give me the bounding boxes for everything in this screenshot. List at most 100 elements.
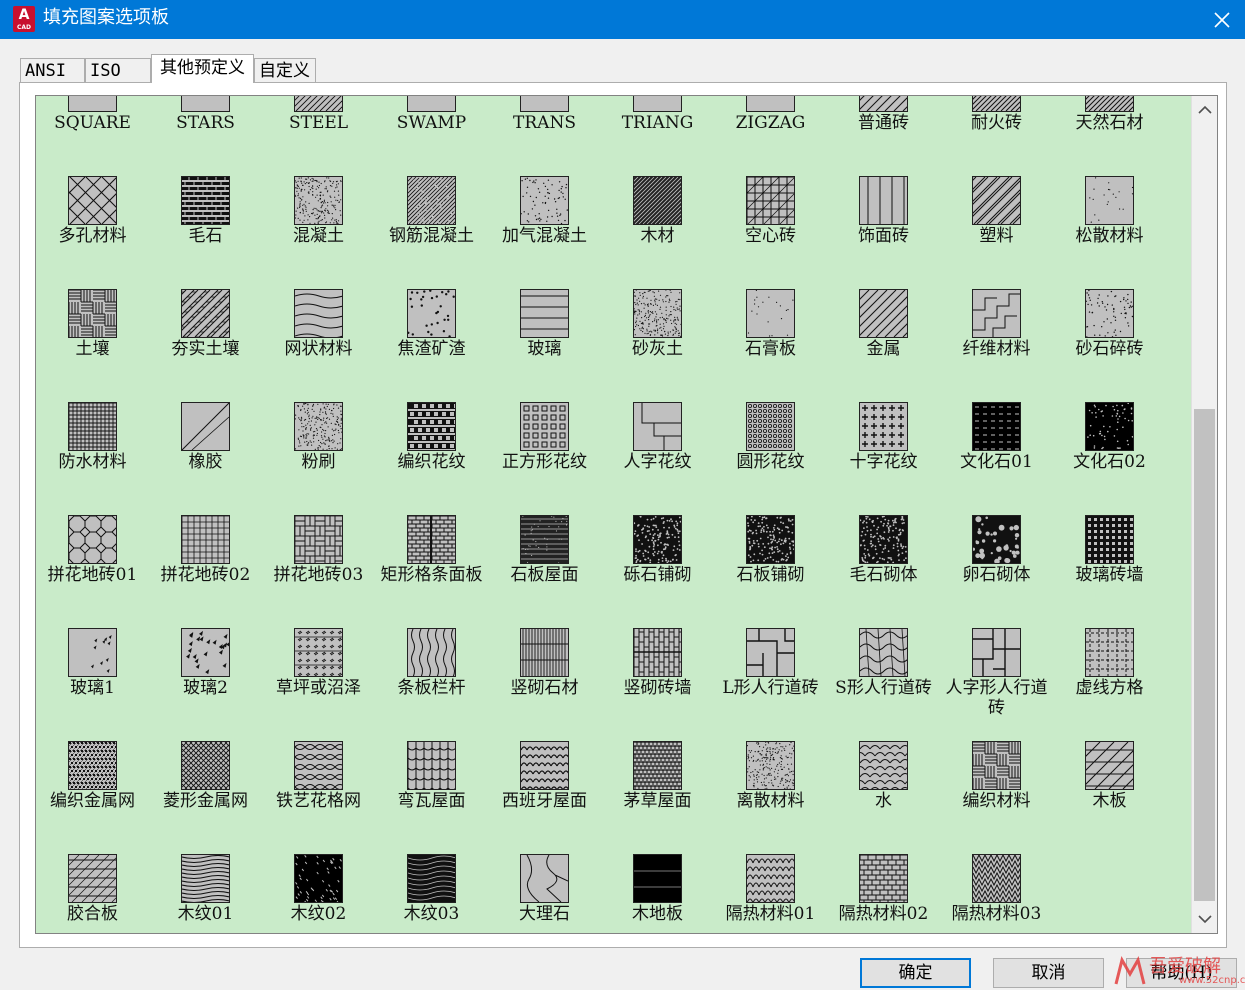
pattern-cell-weave[interactable]: 编织花纹 — [375, 402, 488, 515]
pattern-label: 砾石铺砌 — [623, 565, 692, 585]
pattern-label: 加气混凝土 — [502, 226, 587, 246]
pattern-cell-grain2[interactable]: 木纹02 — [262, 854, 375, 933]
pattern-cell-insul2[interactable]: 隔热材料02 — [827, 854, 940, 933]
pattern-cell-grid-diag[interactable]: 空心砖 — [714, 176, 827, 289]
pattern-cell-spanish[interactable]: 西班牙屋面 — [488, 741, 601, 854]
pattern-cell-pebble[interactable]: 卵石砌体 — [940, 515, 1053, 628]
pattern-cell-parquet[interactable]: 拼花地砖03 — [262, 515, 375, 628]
pattern-cell-black-dash[interactable]: 文化石01 — [940, 402, 1053, 515]
pattern-cell-dots-sparse[interactable]: 砂石碎砖 — [1053, 289, 1166, 402]
pattern-cell-zig-steps[interactable]: 纤维材料 — [940, 289, 1053, 402]
pattern-cell-gravel[interactable]: 砾石铺砌 — [601, 515, 714, 628]
pattern-cell-vlines[interactable]: 饰面砖 — [827, 176, 940, 289]
pattern-cell-grid[interactable]: 拼花地砖02 — [149, 515, 262, 628]
pattern-cell-tiny-dots[interactable]: 松散材料 — [1053, 176, 1166, 289]
pattern-cell-tile-roof[interactable]: 弯瓦屋面 — [375, 741, 488, 854]
pattern-cell-iron[interactable]: 铁艺花格网 — [262, 741, 375, 854]
pattern-cell-triang[interactable]: TRIANG — [601, 96, 714, 176]
pattern-cell-gravel[interactable]: 毛石砌体 — [827, 515, 940, 628]
pattern-cell-dots-diag[interactable]: 钢筋混凝土 — [375, 176, 488, 289]
cancel-button[interactable]: 取消 — [993, 958, 1104, 988]
pattern-cell-grid-dense[interactable]: 防水材料 — [36, 402, 149, 515]
pattern-cell-scales[interactable]: 水 — [827, 741, 940, 854]
pattern-cell-crosshatch[interactable]: 多孔材料 — [36, 176, 149, 289]
pattern-cell-insul3[interactable]: 隔热材料03 — [940, 854, 1053, 933]
pattern-cell-squares[interactable]: 正方形花纹 — [488, 402, 601, 515]
tab-other-predefined[interactable]: 其他预定义 — [151, 54, 254, 83]
tab-iso[interactable]: ISO — [85, 58, 151, 82]
pattern-cell-black-dots[interactable]: 文化石02 — [1053, 402, 1166, 515]
pattern-cell-rubble[interactable]: 毛石 — [149, 176, 262, 289]
pattern-label: 天然石材 — [1075, 113, 1144, 133]
pattern-cell-lshape[interactable]: L形人行道砖 — [714, 628, 827, 741]
pattern-cell-diag-dense[interactable]: 天然石材 — [1053, 96, 1166, 176]
pattern-cell-grass[interactable]: 草坪或沼泽 — [262, 628, 375, 741]
tab-ansi[interactable]: ANSI — [20, 58, 85, 82]
pattern-cell-vwaves[interactable]: 条板栏杆 — [375, 628, 488, 741]
pattern-cell-zigzag[interactable]: ZIGZAG — [714, 96, 827, 176]
pattern-cell-dash-grid[interactable]: 虚线方格 — [1053, 628, 1166, 741]
pattern-cell-vbrick[interactable]: 竖砌砖墙 — [601, 628, 714, 741]
pattern-cell-diag[interactable]: 金属 — [827, 289, 940, 402]
pattern-swatch-icon — [1085, 741, 1134, 790]
pattern-cell-slate[interactable]: 石板屋面 — [488, 515, 601, 628]
pattern-cell-marble[interactable]: 大理石 — [488, 854, 601, 933]
pattern-cell-octagon[interactable]: 拼花地砖01 — [36, 515, 149, 628]
pattern-cell-speckle[interactable]: 焦渣矿渣 — [375, 289, 488, 402]
pattern-cell-sshape[interactable]: S形人行道砖 — [827, 628, 940, 741]
pattern-swatch-icon — [68, 402, 117, 451]
pattern-cell-glass2[interactable]: 玻璃2 — [149, 628, 262, 741]
vertical-scrollbar[interactable] — [1191, 96, 1217, 933]
pattern-cell-gravel[interactable]: 石板铺砌 — [714, 515, 827, 628]
tab-custom[interactable]: 自定义 — [254, 58, 316, 82]
pattern-label: 橡胶 — [188, 452, 223, 472]
pattern-cell-insul1[interactable]: 隔热材料01 — [714, 854, 827, 933]
pattern-cell-tiny-dots[interactable]: 石膏板 — [714, 289, 827, 402]
pattern-cell-vlines-dense[interactable]: 竖砌石材 — [488, 628, 601, 741]
scrollbar-thumb[interactable] — [1194, 409, 1215, 901]
pattern-cell-dots-fine[interactable]: 混凝土 — [262, 176, 375, 289]
pattern-cell-basket[interactable]: 土壤 — [36, 289, 149, 402]
pattern-swatch-icon — [972, 515, 1021, 564]
pattern-cell-square[interactable]: SQUARE — [36, 96, 149, 176]
pattern-cell-grain3[interactable]: 木纹03 — [375, 854, 488, 933]
pattern-swatch-icon — [294, 96, 343, 112]
pattern-cell-dots-fine[interactable]: 砂灰土 — [601, 289, 714, 402]
pattern-cell-basket[interactable]: 编织材料 — [940, 741, 1053, 854]
pattern-cell-hwaves[interactable]: 网状材料 — [262, 289, 375, 402]
ok-button[interactable]: 确定 — [860, 958, 971, 988]
pattern-cell-circles[interactable]: 圆形花纹 — [714, 402, 827, 515]
pattern-cell-stars[interactable]: STARS — [149, 96, 262, 176]
scroll-up-button[interactable] — [1192, 96, 1217, 124]
pattern-cell-diag[interactable]: 普通砖 — [827, 96, 940, 176]
pattern-cell-floor[interactable]: 木地板 — [601, 854, 714, 933]
pattern-label: 砂石碎砖 — [1075, 339, 1144, 359]
pattern-cell-glass1[interactable]: 玻璃1 — [36, 628, 149, 741]
pattern-cell-dots-sparse[interactable]: 加气混凝土 — [488, 176, 601, 289]
pattern-cell-diag-double[interactable]: 塑料 — [940, 176, 1053, 289]
pattern-cell-mesh[interactable]: 编织金属网 — [36, 741, 149, 854]
pattern-cell-dots-fine[interactable]: 粉刷 — [262, 402, 375, 515]
pattern-cell-glassblock[interactable]: 玻璃砖墙 — [1053, 515, 1166, 628]
pattern-cell-diamond[interactable]: 菱形金属网 — [149, 741, 262, 854]
pattern-cell-steel[interactable]: STEEL — [262, 96, 375, 176]
pattern-cell-herring[interactable]: 人字形人行道砖 — [940, 628, 1053, 741]
pattern-cell-trans[interactable]: TRANS — [488, 96, 601, 176]
pattern-cell-boards[interactable]: 木板 — [1053, 741, 1166, 854]
pattern-cell-brick-dense[interactable]: 矩形格条面板 — [375, 515, 488, 628]
pattern-cell-thatch[interactable]: 茅草屋面 — [601, 741, 714, 854]
pattern-cell-steps[interactable]: 人字花纹 — [601, 402, 714, 515]
pattern-cell-swamp[interactable]: SWAMP — [375, 96, 488, 176]
pattern-cell-plywood[interactable]: 胶合板 — [36, 854, 149, 933]
pattern-cell-wood-dark[interactable]: 木材 — [601, 176, 714, 289]
pattern-cell-single-diag[interactable]: 橡胶 — [149, 402, 262, 515]
pattern-cell-hlines[interactable]: 玻璃 — [488, 289, 601, 402]
pattern-cell-crosses[interactable]: 十字花纹 — [827, 402, 940, 515]
pattern-cell-dots-fine[interactable]: 离散材料 — [714, 741, 827, 854]
pattern-cell-diag-dense[interactable]: 耐火砖 — [940, 96, 1053, 176]
hatch-pattern-list[interactable]: SQUARE STARS STEEL SWAMP TRANS TRIANG ZIGZAG 普通… — [35, 95, 1218, 934]
pattern-cell-diag-bands[interactable]: 夯实土壤 — [149, 289, 262, 402]
scroll-down-button[interactable] — [1192, 905, 1217, 933]
close-button[interactable] — [1199, 0, 1245, 39]
pattern-cell-grain1[interactable]: 木纹01 — [149, 854, 262, 933]
